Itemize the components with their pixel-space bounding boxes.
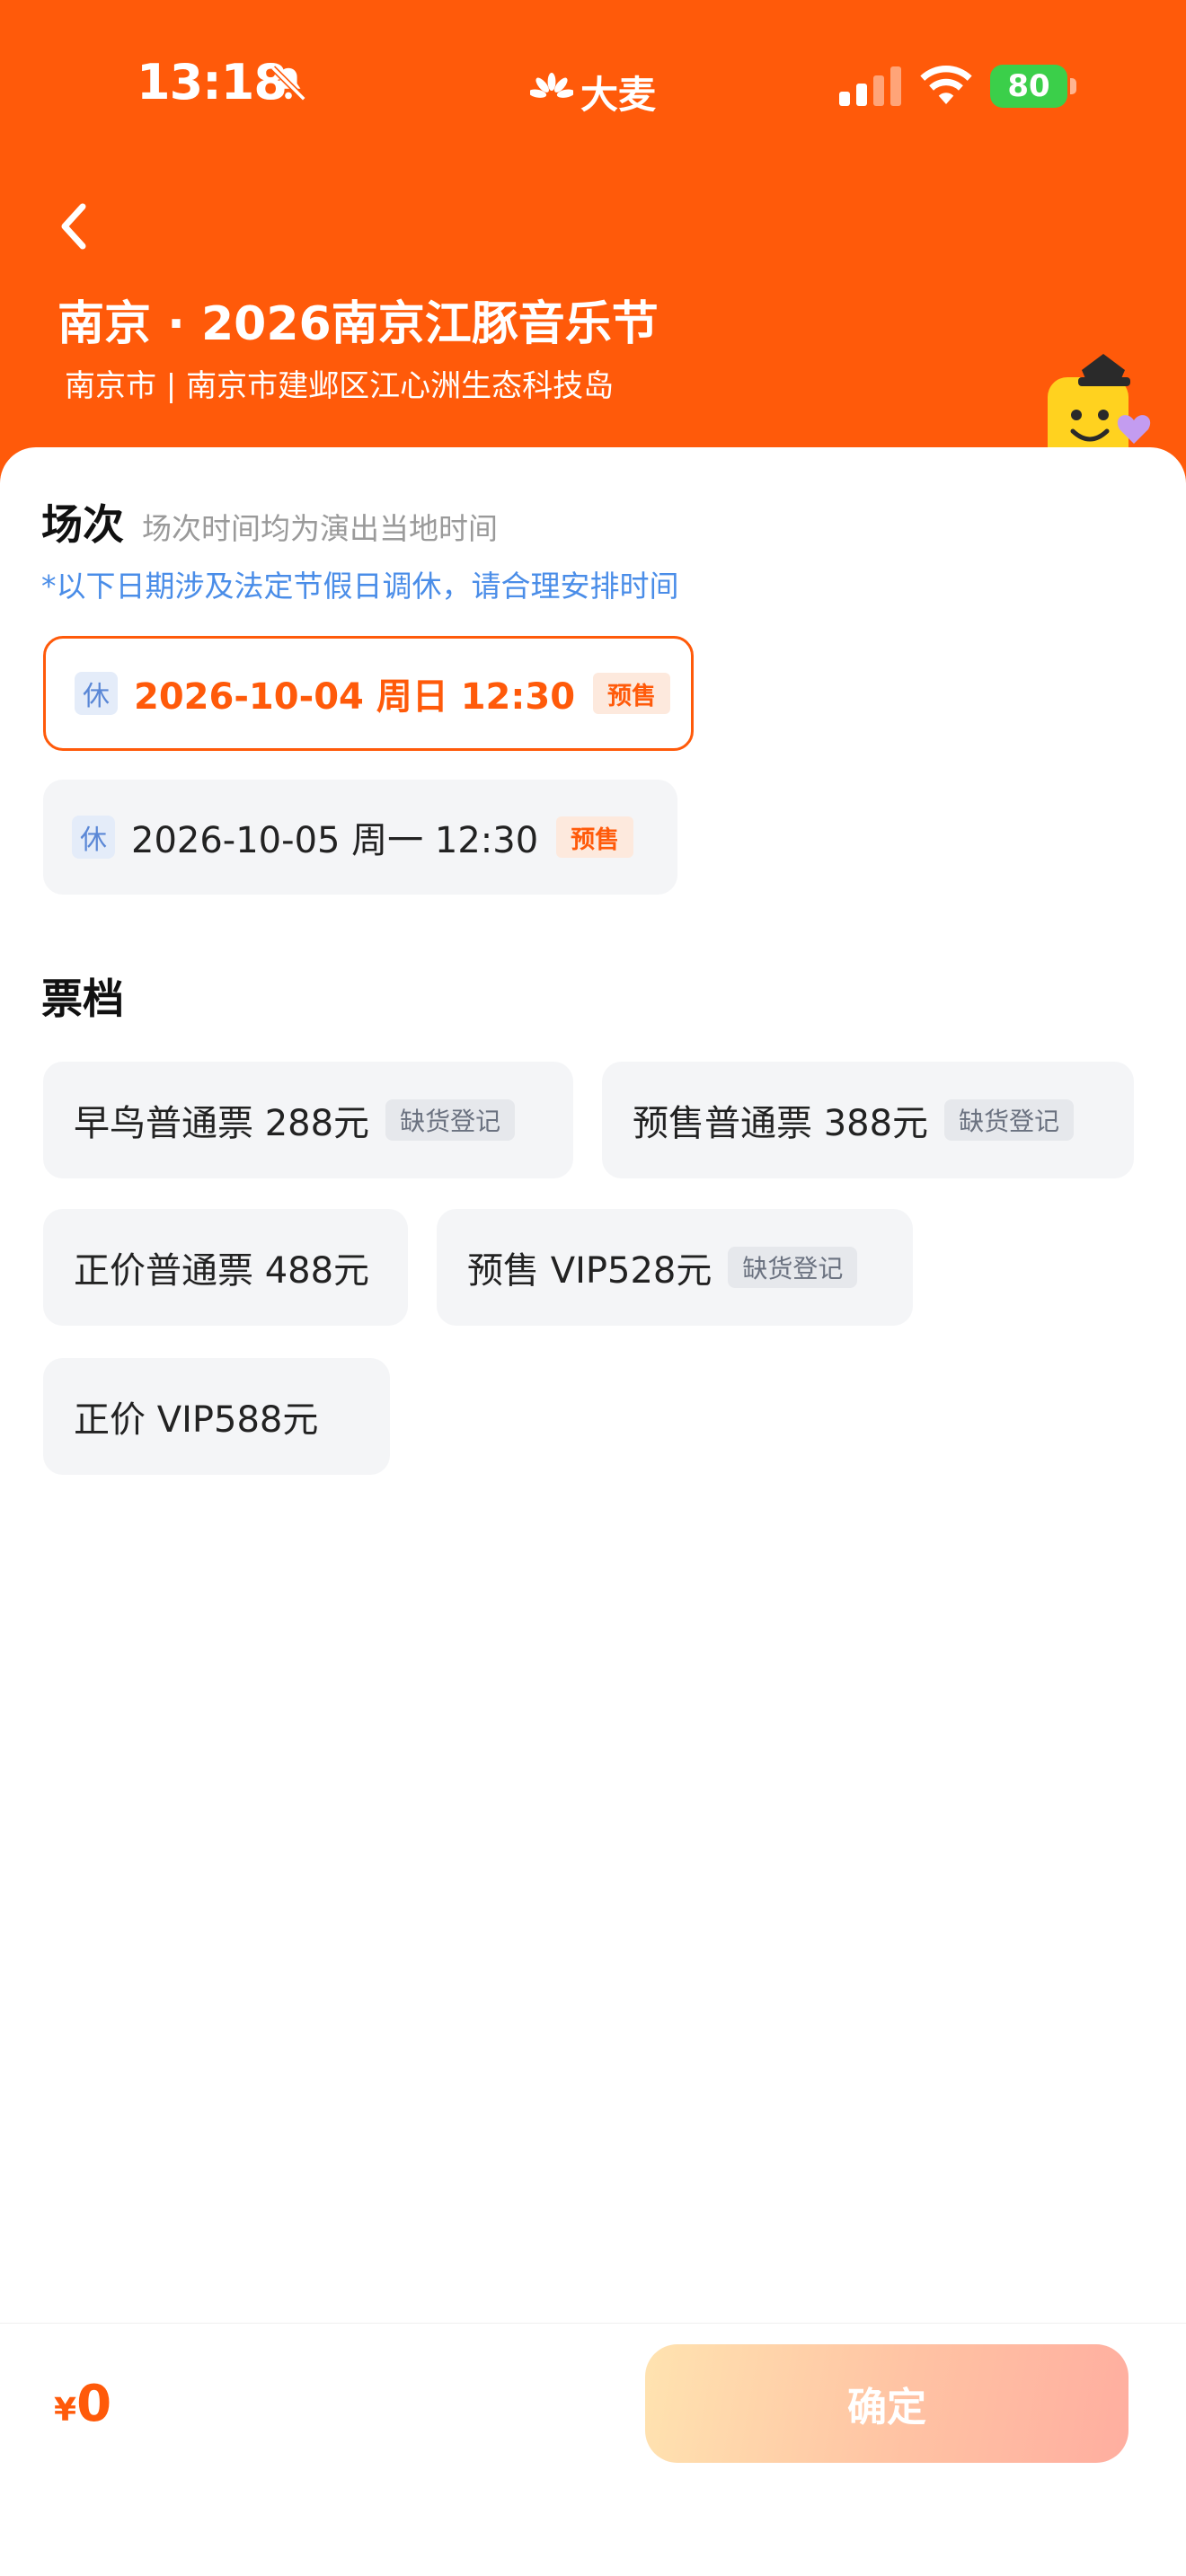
currency-symbol: ¥ <box>54 2392 77 2429</box>
battery-level: 80 <box>990 65 1067 108</box>
rest-day-badge: 休 <box>72 816 115 859</box>
ticket-tier-label: 早鸟普通票 288元 <box>74 1103 370 1144</box>
sessions-title: 场次 <box>41 500 124 549</box>
sessions-header: 场次 场次时间均为演出当地时间 <box>41 492 498 551</box>
brand: 大麦 <box>530 65 656 119</box>
holiday-note: *以下日期涉及法定节假日调休，请合理安排时间 <box>41 569 679 604</box>
session-option[interactable]: 休 2026-10-05 周一 12:30 预售 <box>43 780 677 895</box>
wifi-icon <box>920 65 972 104</box>
ticket-tier-option[interactable]: 预售 VIP528元 缺货登记 <box>437 1209 913 1326</box>
rest-day-badge: 休 <box>75 672 118 715</box>
total-amount: 0 <box>76 2375 112 2433</box>
session-label: 2026-10-04 周日 12:30 <box>134 676 576 718</box>
sessions-hint: 场次时间均为演出当地时间 <box>142 511 498 546</box>
brand-name: 大麦 <box>580 73 657 117</box>
confirm-button[interactable]: 确定 <box>645 2344 1128 2463</box>
session-label: 2026-10-05 周一 12:30 <box>131 820 539 861</box>
ticket-tier-option[interactable]: 正价 VIP588元 <box>43 1358 390 1475</box>
ticket-tier-option[interactable]: 预售普通票 388元 缺货登记 <box>602 1062 1134 1178</box>
damai-logo-icon <box>530 72 573 98</box>
status-bar: 13:18 大麦 80 <box>0 0 1186 171</box>
status-time: 13:18 <box>137 54 288 110</box>
ticket-tier-option[interactable]: 早鸟普通票 288元 缺货登记 <box>43 1062 573 1178</box>
cellular-signal-icon <box>839 66 901 106</box>
tiers-title: 票档 <box>41 975 124 1023</box>
ticket-tier-label: 正价 VIP588元 <box>74 1399 319 1441</box>
presale-tag: 预售 <box>556 816 634 858</box>
ticket-tier-label: 正价普通票 488元 <box>74 1250 370 1292</box>
out-of-stock-register-tag: 缺货登记 <box>728 1247 858 1288</box>
ticket-tier-label: 预售 VIP528元 <box>467 1250 712 1292</box>
event-title: 南京 · 2026南京江豚音乐节 <box>58 297 659 351</box>
header: 13:18 大麦 80 南京 · 2026南京江豚音乐节 南京市 | 南京市建邺… <box>0 0 1186 503</box>
out-of-stock-register-tag: 缺货登记 <box>944 1099 1075 1141</box>
out-of-stock-register-tag: 缺货登记 <box>385 1099 516 1141</box>
mute-bell-icon <box>270 66 306 101</box>
battery-cap <box>1070 78 1076 94</box>
presale-tag: 预售 <box>593 673 671 714</box>
session-option-selected[interactable]: 休 2026-10-04 周日 12:30 预售 <box>43 636 694 751</box>
ticket-tier-option[interactable]: 正价普通票 488元 <box>43 1209 408 1326</box>
battery-icon: 80 <box>990 65 1076 108</box>
event-venue: 南京市 | 南京市建邺区江心洲生态科技岛 <box>65 368 615 404</box>
total-price: ¥ 0 <box>54 2375 111 2433</box>
back-arrow-icon[interactable] <box>54 198 93 255</box>
content-sheet <box>0 447 1186 2576</box>
ticket-tier-label: 预售普通票 388元 <box>633 1103 929 1144</box>
ticket-selection-page: 13:18 大麦 80 南京 · 2026南京江豚音乐节 南京市 | 南京市建邺… <box>0 0 1186 2576</box>
